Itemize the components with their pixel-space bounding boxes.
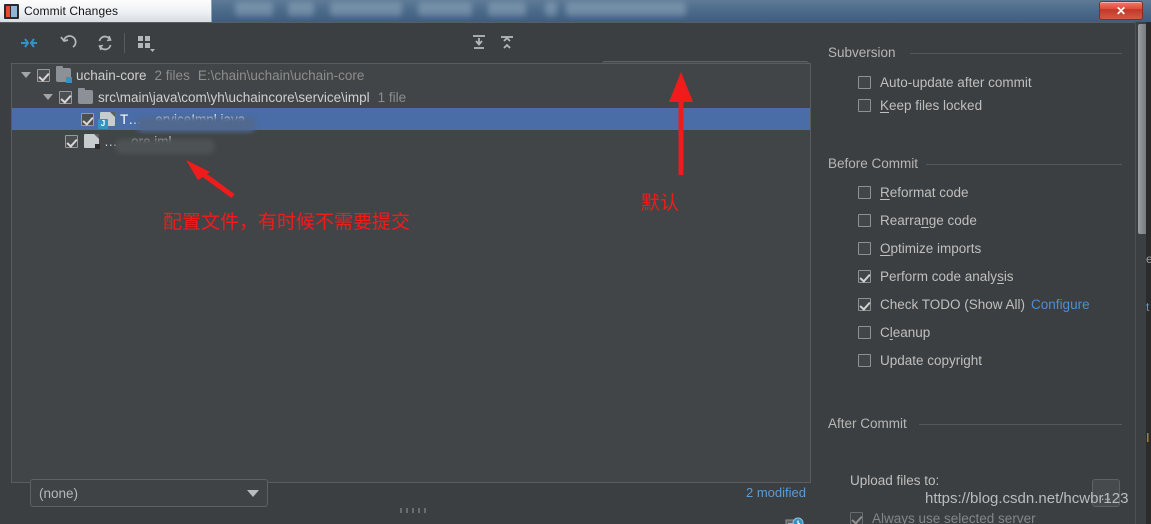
checkbox-cleanup[interactable]: Cleanup Cleanup <box>858 325 930 340</box>
taskbar-tab-commit-changes[interactable]: Commit Changes <box>0 0 212 22</box>
table-row[interactable]: uchain-core 2 files E:\chain\uchain\ucha… <box>12 64 810 86</box>
checkbox-reformat-code[interactable]: Reformat code Reformat code <box>858 185 969 200</box>
window-titlebar: Commit Changes ✕ <box>0 0 1151 22</box>
checkbox-label: Update copyright <box>880 353 983 368</box>
folder-modified-icon <box>56 66 72 83</box>
changes-toolbar: ChangelistChangelist:Changelist: Default… <box>0 23 820 90</box>
upload-server-value: (none) <box>39 485 79 501</box>
expand-arrow-icon[interactable] <box>43 94 53 100</box>
checkbox-label: Auto-update after commit <box>880 75 1032 90</box>
tree-node-path: E:\chain\uchain\uchain-core <box>197 67 365 83</box>
revert-icon[interactable] <box>55 31 81 55</box>
changed-files-tree[interactable]: uchain-core 2 files E:\chain\uchain\ucha… <box>11 63 811 483</box>
checkbox-box[interactable] <box>858 242 871 255</box>
checkbox-check-todo[interactable]: Check TODO (Show All) Configure <box>858 297 1090 312</box>
commit-options-pane: Subversion Auto-update after commit Keep… <box>820 23 1135 524</box>
edge-hint-e: e <box>1146 252 1151 266</box>
checkbox-update-copyright[interactable]: Update copyright <box>858 353 982 368</box>
checkbox-label: Always use selected server <box>872 511 1036 524</box>
checkbox-box[interactable] <box>858 214 871 227</box>
checkbox-label: Check TODO (Show All) <box>880 297 1026 312</box>
checkbox-keep-files-locked[interactable]: Keep files locked Keep files locked <box>858 98 982 113</box>
group-title-subversion: Subversion <box>828 45 904 60</box>
checkbox-label: Cleanup <box>880 325 931 340</box>
checkbox-box[interactable] <box>858 270 871 283</box>
divider <box>925 164 1122 165</box>
checkbox-box[interactable] <box>858 298 871 311</box>
checkbox-label: Rearrange code <box>880 213 977 228</box>
configure-link[interactable]: Configure <box>1031 297 1090 312</box>
upload-server-combobox[interactable]: (none) <box>30 479 268 507</box>
collapse-all-icon[interactable] <box>494 31 520 55</box>
divider <box>919 424 1122 425</box>
checkbox-box[interactable] <box>850 512 863 524</box>
tree-node-name: src\main\java\com\yh\uchaincore\service\… <box>98 89 370 105</box>
status-badge: 2 modified <box>746 485 806 500</box>
message-history-icon[interactable] <box>784 517 804 524</box>
commit-changes-dialog: ChangelistChangelist:Changelist: Default… <box>0 22 1151 524</box>
checkbox-label: Perform code analysis <box>880 269 1014 284</box>
show-diff-icon[interactable] <box>16 31 42 55</box>
close-button[interactable]: ✕ <box>1099 1 1143 20</box>
edge-hint-t: t <box>1146 300 1150 314</box>
group-title-before-commit: Before Commit <box>828 156 927 171</box>
checkbox-auto-update-after-commit[interactable]: Auto-update after commit <box>858 75 1032 90</box>
folder-icon <box>78 88 93 104</box>
splitter-handle[interactable] <box>400 507 426 513</box>
refresh-icon[interactable] <box>92 31 118 55</box>
edge-hint-i: I <box>1146 430 1150 445</box>
annotation-config-file: 配置文件，有时候不需要提交 <box>163 211 411 233</box>
checkbox-label: Keep files locked <box>880 98 983 113</box>
checkbox-label: Reformat code <box>880 185 969 200</box>
tree-node-count: 2 files <box>154 67 190 83</box>
checkbox-box[interactable] <box>858 354 871 367</box>
row-checkbox[interactable] <box>59 90 72 104</box>
expand-arrow-icon[interactable] <box>21 72 31 78</box>
tree-node-count: 1 file <box>377 89 407 105</box>
checkbox-always-use-selected-server[interactable]: Always use selected server <box>850 511 1036 524</box>
group-title-after-commit: After Commit <box>828 416 915 431</box>
group-by-icon[interactable] <box>134 31 160 55</box>
watermark: https://blog.csdn.net/hcwbr123 <box>925 490 1129 507</box>
table-row[interactable]: src\main\java\com\yh\uchaincore\service\… <box>12 86 810 108</box>
toolbar-separator <box>124 33 125 53</box>
checkbox-rearrange-code[interactable]: Rearrange code Rearrange code <box>858 213 977 228</box>
redaction-blob <box>115 139 215 154</box>
checkbox-optimize-imports[interactable]: Optimize imports Optimize imports <box>858 241 981 256</box>
chevron-down-icon <box>247 489 259 497</box>
row-checkbox[interactable] <box>81 112 94 126</box>
intellij-idea-icon <box>4 3 19 19</box>
tree-node-name: uchain-core <box>76 67 147 83</box>
annotation-default: 默认 <box>641 192 680 214</box>
redaction-blob <box>136 117 256 132</box>
table-row[interactable]: T……erviceImpl.java <box>12 108 810 130</box>
upload-files-to-label: Upload files to: <box>850 473 940 488</box>
window-title: Commit Changes <box>24 4 119 18</box>
expand-all-icon[interactable] <box>466 31 492 55</box>
checkbox-box[interactable] <box>858 99 871 112</box>
row-checkbox[interactable] <box>37 68 50 82</box>
changes-pane: ChangelistChangelist:Changelist: Default… <box>0 23 820 524</box>
java-file-icon <box>98 112 115 129</box>
checkbox-perform-code-analysis[interactable]: Perform code analysis Perform code analy… <box>858 269 1014 284</box>
checkbox-box[interactable] <box>858 76 871 89</box>
checkbox-box[interactable] <box>858 186 871 199</box>
row-checkbox[interactable] <box>65 134 78 148</box>
divider <box>910 53 1122 54</box>
checkbox-label: Optimize imports <box>880 241 982 256</box>
checkbox-box[interactable] <box>858 326 871 339</box>
window-right-edge <box>1146 22 1151 524</box>
iml-file-icon <box>84 134 100 149</box>
